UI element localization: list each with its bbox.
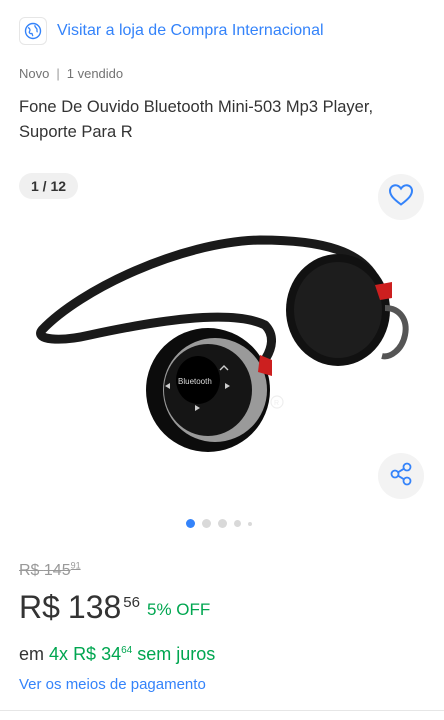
svg-text:R: R	[274, 400, 279, 407]
original-price-cents: 91	[70, 561, 81, 571]
gallery-pagination[interactable]	[0, 519, 444, 528]
payment-methods-link[interactable]: Ver os meios de pagamento	[19, 676, 206, 693]
product-image[interactable]: Bluetooth R	[20, 190, 420, 460]
store-link-label[interactable]: Visitar a loja de Compra Internacional	[57, 22, 324, 40]
original-price: R$ 14591	[19, 561, 81, 580]
product-gallery[interactable]: 1 / 12 Bluetooth R	[0, 160, 444, 530]
pagination-dot[interactable]	[234, 520, 241, 527]
sold-count: 1 vendido	[66, 66, 124, 81]
original-price-int: 145	[43, 562, 71, 580]
earcup-brand-label: Bluetooth	[178, 377, 212, 386]
pagination-dot-active[interactable]	[186, 519, 195, 528]
installments-suffix: sem juros	[137, 644, 216, 664]
globe-icon	[19, 17, 47, 45]
price-int: 138	[67, 589, 122, 625]
share-button[interactable]	[378, 453, 424, 499]
bottom-divider	[0, 710, 444, 720]
meta-separator: |	[56, 66, 60, 81]
current-price: R$ 138 56 5% OFF	[19, 589, 210, 626]
discount-badge: 5% OFF	[146, 600, 211, 619]
pagination-dot[interactable]	[248, 521, 252, 526]
price-cents: 56	[123, 594, 140, 611]
price-currency: R$	[19, 589, 60, 625]
pagination-dot[interactable]	[218, 519, 227, 528]
share-icon	[388, 461, 414, 492]
product-title: Fone De Ouvido Bluetooth Mini-503 Mp3 Pl…	[19, 98, 374, 141]
original-price-currency: R$	[19, 562, 40, 580]
installments-count: 4x	[49, 644, 69, 664]
visit-store-link[interactable]: Visitar a loja de Compra Internacional	[19, 17, 324, 45]
product-meta: Novo | 1 vendido	[19, 66, 123, 81]
pagination-dot[interactable]	[202, 519, 211, 528]
installments-currency: R$	[73, 644, 97, 664]
installments-prefix: em	[19, 644, 45, 664]
condition-label: Novo	[19, 66, 50, 81]
installments-int: 34	[101, 644, 122, 664]
installments-cents: 64	[121, 645, 133, 656]
installments: em 4x R$ 3464 sem juros	[19, 644, 215, 665]
